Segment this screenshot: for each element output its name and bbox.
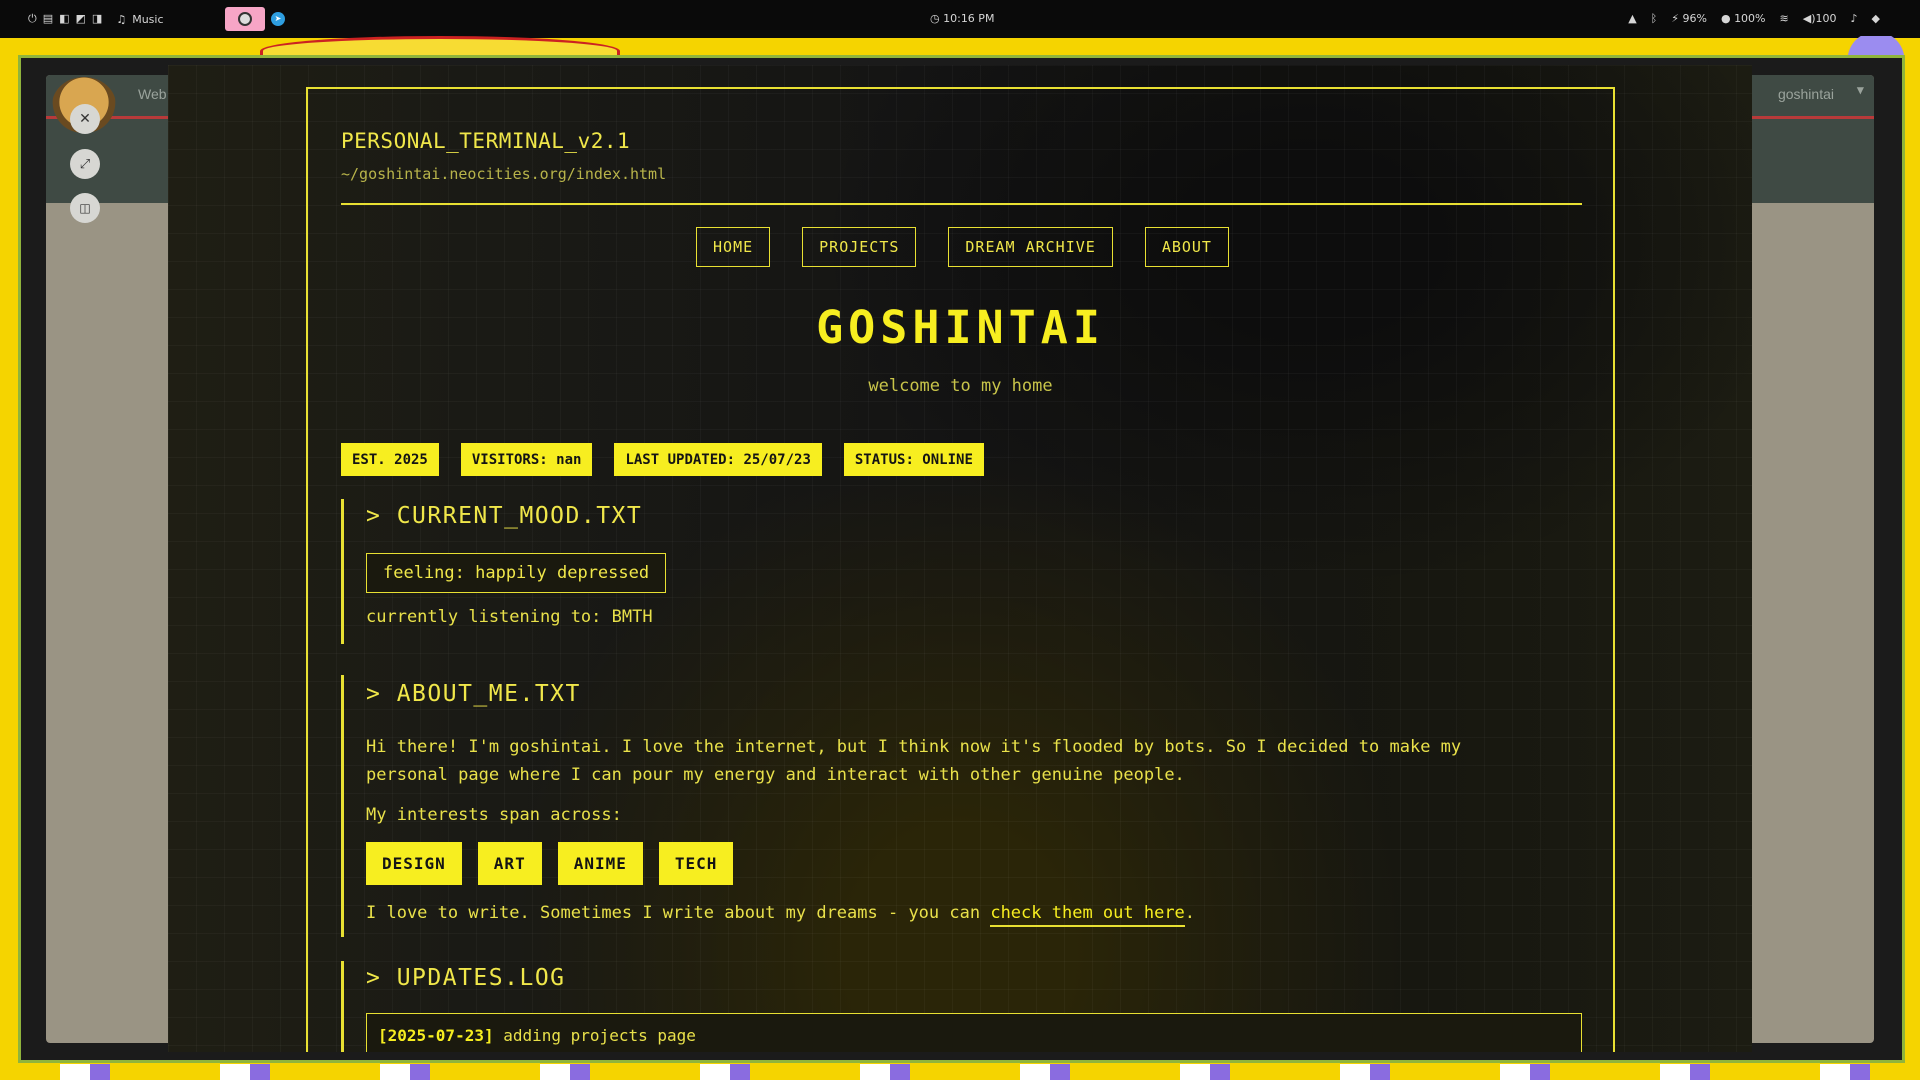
dreams-link[interactable]: check them out here <box>990 903 1185 927</box>
tag-art: ART <box>477 842 542 885</box>
close-icon[interactable]: ✕ <box>70 104 100 134</box>
nav-home[interactable]: HOME <box>696 227 771 267</box>
wallpaper-art <box>0 1064 1920 1080</box>
active-app-indicator[interactable] <box>225 7 265 31</box>
badge-established: EST. 2025 <box>341 443 439 476</box>
mood-feeling: feeling: happily depressed <box>366 553 667 593</box>
split-view-icon[interactable]: ◫ <box>70 193 100 223</box>
section-title: > ABOUT_ME.TXT <box>366 681 581 707</box>
nav-dream-archive[interactable]: DREAM ARCHIVE <box>948 227 1113 267</box>
badge-last-updated: LAST UPDATED: 25/07/23 <box>614 443 822 476</box>
divider <box>341 203 1582 205</box>
tag-design: DESIGN <box>366 842 462 885</box>
interests-intro: My interests span across: <box>366 805 622 825</box>
user-menu[interactable]: goshintai <box>1778 86 1834 102</box>
system-tray: ▲ ᛒ ⚡ 96% ● 100% ≋ ◀)100 ♪ ◆ <box>1628 12 1880 25</box>
clock[interactable]: ◷ 10:16 PM <box>930 12 994 25</box>
brightness-level: 100% <box>1734 12 1766 25</box>
power-icon[interactable]: ⏻ <box>28 12 37 26</box>
chevron-down-icon[interactable]: ▼ <box>1857 83 1864 97</box>
current-mood-section: > CURRENT_MOOD.TXT feeling: happily depr… <box>341 499 1581 644</box>
expand-icon[interactable]: ⤢ <box>70 149 100 179</box>
interest-tags: DESIGN ART ANIME TECH <box>366 842 1581 885</box>
battery-status[interactable]: ⚡ 96% <box>1671 12 1707 25</box>
microphone-icon[interactable]: ♪ <box>1851 12 1858 25</box>
about-me-section: > ABOUT_ME.TXT Hi there! I'm goshintai. … <box>341 675 1581 937</box>
workspace-icon[interactable]: ◧ <box>59 12 69 26</box>
log-date: [2025-07-23] <box>378 1026 494 1045</box>
battery-icon: ⚡ <box>1671 12 1679 25</box>
write-text: I love to write. Sometimes I write about… <box>366 903 991 923</box>
badge-status: STATUS: ONLINE <box>843 443 984 476</box>
log-text: adding projects page <box>493 1026 696 1045</box>
battery-level: 96% <box>1682 12 1707 25</box>
volume-status[interactable]: ◀)100 <box>1803 12 1837 25</box>
terminal-title: PERSONAL_TERMINAL_v2.1 <box>341 129 631 153</box>
write-line: I love to write. Sometimes I write about… <box>366 903 1581 927</box>
clock-time: 10:16 PM <box>943 12 995 25</box>
section-title: > UPDATES.LOG <box>366 965 566 991</box>
welcome-text: welcome to my home <box>868 376 1053 396</box>
badge-visitors: VISITORS: nan <box>460 443 593 476</box>
tag-anime: ANIME <box>557 842 643 885</box>
terminal-frame: PERSONAL_TERMINAL_v2.1 ~/goshintai.neoci… <box>306 87 1615 1052</box>
app-icon <box>238 12 252 26</box>
bluetooth-icon[interactable]: ᛒ <box>1651 12 1658 25</box>
music-note-icon: ♫ <box>116 12 127 26</box>
volume-level: 100 <box>1815 12 1837 25</box>
log-entry: [2025-07-23] adding projects page <box>366 1013 1582 1052</box>
page-viewer: PERSONAL_TERMINAL_v2.1 ~/goshintai.neoci… <box>168 65 1752 1052</box>
about-paragraph: Hi there! I'm goshintai. I love the inte… <box>366 737 1462 785</box>
brightness-icon: ● <box>1720 12 1731 25</box>
brightness-status[interactable]: ● 100% <box>1721 12 1766 25</box>
system-top-bar: ⏻ ▤ ◧ ◩ ◨ ♫ Music ➤ ◷ 10:16 PM ▲ ᛒ ⚡ 96%… <box>0 0 1920 38</box>
site-name: GOSHINTAI <box>816 301 1105 354</box>
notification-icon[interactable]: ◆ <box>1872 12 1880 25</box>
main-nav: HOME PROJECTS DREAM ARCHIVE ABOUT <box>308 227 1613 267</box>
workspace-icon[interactable]: ▤ <box>43 12 53 26</box>
tag-tech: TECH <box>658 842 734 885</box>
section-title: > CURRENT_MOOD.TXT <box>366 503 643 529</box>
volume-icon: ◀) <box>1802 12 1816 25</box>
write-end: . <box>1184 903 1196 923</box>
network-icon[interactable]: ≋ <box>1780 12 1789 25</box>
workspace-indicators: ⏻ ▤ ◧ ◩ ◨ ♫ Music <box>28 12 164 26</box>
updates-log-section: > UPDATES.LOG [2025-07-23] adding projec… <box>341 961 1582 1052</box>
telegram-icon[interactable]: ➤ <box>271 12 285 26</box>
terminal-path: ~/goshintai.neocities.org/index.html <box>341 165 667 183</box>
nav-about[interactable]: ABOUT <box>1144 227 1229 267</box>
music-label[interactable]: Music <box>132 13 163 26</box>
nav-projects[interactable]: PROJECTS <box>802 227 917 267</box>
site-label[interactable]: Web <box>138 86 167 102</box>
clock-icon: ◷ <box>930 12 944 25</box>
mood-listening: currently listening to: BMTH <box>366 607 653 627</box>
wifi-icon[interactable]: ▲ <box>1628 12 1636 25</box>
workspace-icon[interactable]: ◩ <box>76 12 86 26</box>
status-badges: EST. 2025 VISITORS: nan LAST UPDATED: 25… <box>341 443 984 476</box>
workspace-icon[interactable]: ◨ <box>92 12 102 26</box>
